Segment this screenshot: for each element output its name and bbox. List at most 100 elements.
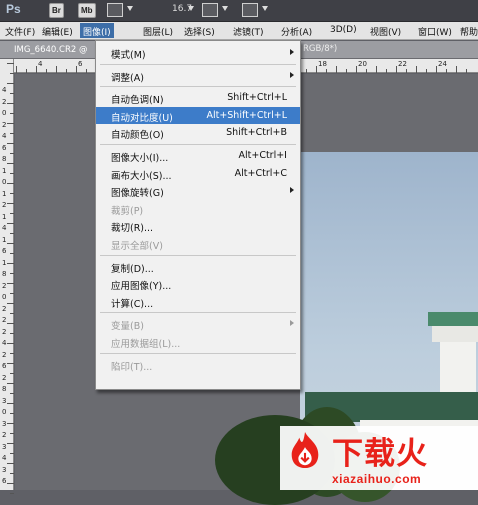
- menu-file[interactable]: 文件(F): [5, 25, 35, 38]
- submenu-arrow-icon: [290, 187, 294, 194]
- ruler-tick: [36, 66, 37, 73]
- menu-item-label: 图像旋转(G): [111, 188, 164, 200]
- vertical-ruler[interactable]: 42024681012141618202224262830323436: [0, 59, 14, 494]
- ruler-number: 3: [2, 396, 7, 405]
- ruler-tick: [7, 143, 14, 144]
- ruler-number: 6: [2, 477, 7, 485]
- menu-item[interactable]: 应用图像(Y)...: [96, 275, 300, 292]
- menu-item[interactable]: 画布大小(S)... Alt+Ctrl+C: [96, 165, 300, 182]
- menu-item[interactable]: 图像旋转(G): [96, 182, 300, 199]
- menu-item[interactable]: 复制(D)...: [96, 258, 300, 275]
- ruler-tick: [356, 66, 357, 73]
- view-extras-icon[interactable]: [107, 3, 123, 17]
- watermark-url: xiazaihuo.com: [332, 472, 422, 486]
- ruler-tick: [436, 66, 437, 73]
- menu-item[interactable]: 裁切(R)...: [96, 217, 300, 234]
- ruler-number: 2: [2, 316, 7, 324]
- bridge-button[interactable]: Br: [49, 3, 64, 18]
- chevron-down-icon[interactable]: [222, 6, 228, 11]
- menu-item[interactable]: 自动色调(N) Shift+Ctrl+L: [96, 89, 300, 106]
- menu-filter[interactable]: 滤镜(T): [233, 25, 264, 38]
- ruler-number: 6: [78, 60, 83, 68]
- menu-item: 陷印(T)...: [96, 356, 300, 373]
- ruler-tick: [10, 113, 14, 114]
- menu-item-label: 模式(M): [111, 50, 146, 61]
- ruler-number: 18: [318, 60, 327, 68]
- ruler-number: 24: [438, 60, 447, 68]
- ruler-tick: [386, 69, 387, 73]
- ruler-number: 0: [2, 408, 7, 416]
- menu-item-shortcut: Alt+Shift+Ctrl+L: [206, 109, 287, 121]
- chevron-down-icon[interactable]: [262, 6, 268, 11]
- ruler-number: 0: [2, 178, 7, 186]
- ruler-number: 1: [2, 212, 7, 221]
- ruler-tick: [76, 66, 77, 73]
- ruler-tick: [426, 69, 427, 73]
- mini-bridge-button[interactable]: Mb: [78, 3, 96, 18]
- ruler-number: 2: [2, 201, 7, 209]
- ruler-tick: [346, 69, 347, 73]
- menu-item[interactable]: 计算(C)...: [96, 293, 300, 310]
- ruler-tick: [406, 69, 407, 73]
- ruler-tick: [26, 69, 27, 73]
- ruler-tick: [7, 303, 14, 304]
- ruler-number: 0: [2, 293, 7, 301]
- ruler-tick: [16, 66, 17, 73]
- ruler-number: 1: [2, 235, 7, 244]
- ruler-tick: [7, 163, 14, 164]
- ruler-number: 8: [2, 270, 7, 278]
- menu-image[interactable]: 图像(I): [80, 23, 114, 38]
- menu-separator: [100, 254, 296, 256]
- menu-analysis[interactable]: 分析(A): [281, 25, 312, 38]
- menu-view[interactable]: 视图(V): [370, 25, 401, 38]
- ruler-tick: [7, 203, 14, 204]
- ruler-tick: [10, 233, 14, 234]
- ruler-tick: [7, 363, 14, 364]
- screen-mode-icon[interactable]: [242, 3, 258, 17]
- ruler-tick: [456, 66, 457, 73]
- layout-grid-icon[interactable]: [202, 3, 218, 17]
- ruler-tick: [10, 133, 14, 134]
- ruler-tick: [7, 423, 14, 424]
- menu-edit[interactable]: 编辑(E): [42, 25, 73, 38]
- ruler-number: 2: [2, 373, 7, 382]
- ruler-tick: [10, 333, 14, 334]
- ruler-tick: [7, 123, 14, 124]
- ruler-number: 2: [2, 431, 7, 439]
- menu-item-shortcut: Shift+Ctrl+L: [227, 92, 287, 104]
- ruler-tick: [7, 223, 14, 224]
- menu-layer[interactable]: 图层(L): [143, 25, 173, 38]
- ruler-number: 1: [2, 189, 7, 198]
- ruler-tick: [7, 243, 14, 244]
- document-tab-title: IMG_6640.CR2 @: [14, 45, 88, 55]
- menu-separator: [100, 144, 296, 145]
- menu-item: 显示全部(V): [96, 235, 300, 252]
- menu-item-label: 图像大小(I)...: [111, 153, 169, 164]
- menu-3d[interactable]: 3D(D): [330, 25, 357, 35]
- chevron-down-icon[interactable]: [127, 6, 133, 11]
- chevron-down-icon[interactable]: [188, 6, 194, 11]
- ruler-number: 2: [2, 350, 7, 359]
- ruler-tick: [7, 483, 14, 484]
- menu-item[interactable]: 自动对比度(U) Alt+Shift+Ctrl+L: [96, 106, 300, 124]
- menu-help[interactable]: 帮助(H): [460, 25, 478, 38]
- menu-window[interactable]: 窗口(W): [418, 25, 452, 38]
- menu-item-label: 调整(A): [111, 72, 144, 84]
- ruler-tick: [10, 493, 14, 494]
- ruler-tick: [10, 313, 14, 314]
- menu-item-label: 显示全部(V): [111, 241, 163, 252]
- ruler-number: 3: [2, 442, 7, 451]
- document-tab-mode: RGB/8*): [303, 44, 338, 54]
- menu-item-label: 画布大小(S)...: [111, 170, 172, 182]
- menu-item-label: 裁剪(P): [111, 205, 144, 217]
- menu-item-label: 复制(D)...: [111, 263, 154, 275]
- menu-item[interactable]: 调整(A): [96, 67, 300, 84]
- ruler-tick: [10, 93, 14, 94]
- menu-item[interactable]: 图像大小(I)... Alt+Ctrl+I: [96, 147, 300, 164]
- menu-item[interactable]: 自动颜色(O) Shift+Ctrl+B: [96, 124, 300, 141]
- ruler-number: 4: [2, 224, 7, 232]
- menu-item-label: 自动颜色(O): [111, 130, 164, 142]
- menu-item[interactable]: 模式(M): [96, 44, 300, 61]
- menu-select[interactable]: 选择(S): [184, 25, 215, 38]
- ruler-tick: [466, 69, 467, 73]
